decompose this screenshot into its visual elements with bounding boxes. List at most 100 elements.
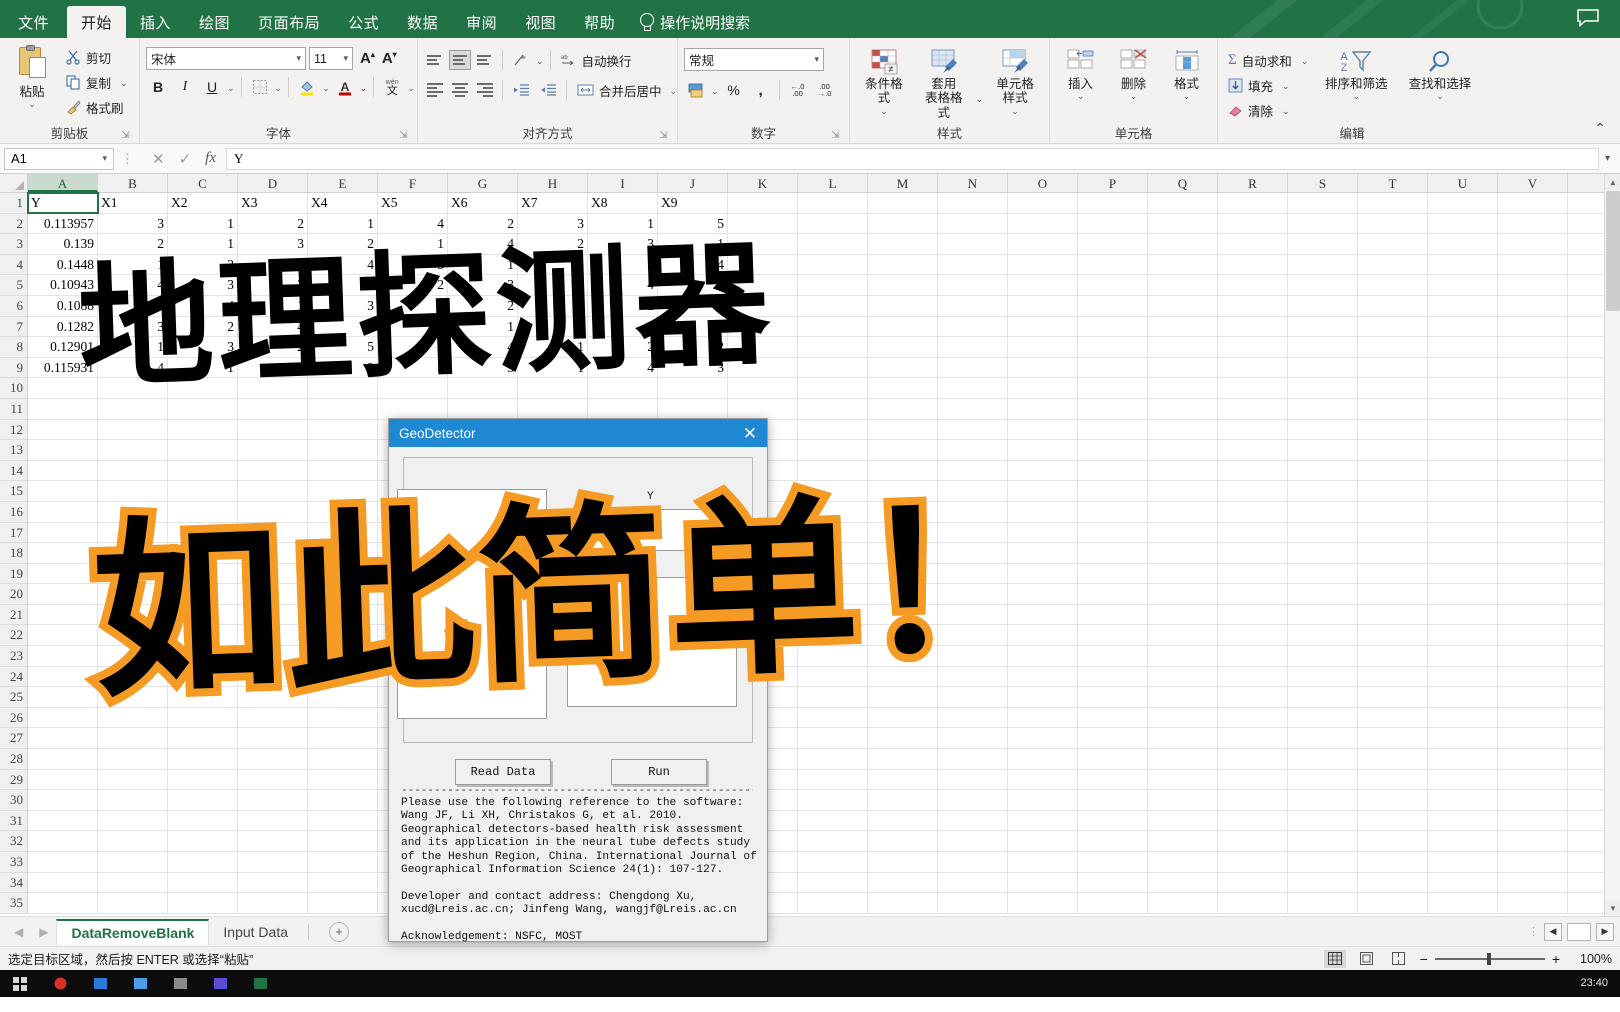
dialog-launcher-icon[interactable]: ⇲	[120, 130, 131, 141]
cell-R6[interactable]	[1218, 295, 1288, 316]
cell-T25[interactable]	[1358, 687, 1428, 707]
cell-U5[interactable]	[1428, 275, 1498, 295]
cell-V21[interactable]	[1498, 604, 1568, 625]
cell-V22[interactable]	[1498, 625, 1568, 646]
cell-E21[interactable]	[308, 604, 378, 625]
chevron-down-icon[interactable]: ⌄	[1282, 106, 1290, 115]
cell-E24[interactable]	[308, 666, 378, 687]
cell-B17[interactable]	[98, 522, 168, 543]
cell-Q35[interactable]	[1148, 893, 1218, 913]
cell-C12[interactable]	[168, 419, 238, 440]
cell-Q11[interactable]	[1148, 398, 1218, 419]
cell-Q13[interactable]	[1148, 440, 1218, 460]
column-header-A[interactable]: A	[28, 174, 98, 192]
cell-R30[interactable]	[1218, 790, 1288, 810]
cell-P27[interactable]	[1078, 728, 1148, 749]
column-header-E[interactable]: E	[308, 174, 378, 192]
cell-M10[interactable]	[868, 378, 938, 398]
cell-O15[interactable]	[1008, 481, 1078, 501]
cell-styles-button[interactable]: 单元格样式 ⌄	[987, 46, 1043, 118]
cell-K1[interactable]	[728, 193, 798, 213]
font-color-button[interactable]: A	[333, 75, 357, 99]
cell-H8[interactable]: 1	[518, 337, 588, 357]
cell-B10[interactable]	[98, 378, 168, 398]
cell-R18[interactable]	[1218, 543, 1288, 563]
row-header-21[interactable]: 21	[0, 605, 27, 626]
cell-G1[interactable]: X6	[448, 193, 518, 213]
wrap-text-button[interactable]: ab 自动换行	[557, 48, 636, 72]
cell-S4[interactable]	[1288, 254, 1358, 275]
y-variable-box[interactable]	[567, 509, 737, 551]
cell-A34[interactable]	[28, 872, 98, 893]
ribbon-tab-page-layout[interactable]: 页面布局	[244, 6, 334, 38]
cell-P32[interactable]	[1078, 831, 1148, 851]
cell-T32[interactable]	[1358, 831, 1428, 851]
cell-J4[interactable]: 4	[658, 254, 728, 275]
cell-R9[interactable]	[1218, 357, 1288, 378]
cell-T6[interactable]	[1358, 295, 1428, 316]
cell-S1[interactable]	[1288, 193, 1358, 213]
cell-B1[interactable]: X1	[98, 193, 168, 213]
cell-J1[interactable]: X9	[658, 193, 728, 213]
format-painter-button[interactable]: 格式刷	[62, 95, 132, 119]
cell-T34[interactable]	[1358, 872, 1428, 893]
cell-C3[interactable]: 1	[168, 234, 238, 254]
cell-Q12[interactable]	[1148, 419, 1218, 440]
cell-F3[interactable]: 1	[378, 234, 448, 254]
cell-E17[interactable]	[308, 522, 378, 543]
cell-K2[interactable]	[728, 213, 798, 234]
cell-S10[interactable]	[1288, 378, 1358, 398]
cell-O29[interactable]	[1008, 769, 1078, 790]
hscroll-left-button[interactable]: ◀	[1544, 922, 1562, 941]
chevron-down-icon[interactable]: ⌄	[407, 83, 415, 92]
row-header-35[interactable]: 35	[0, 893, 27, 914]
cell-V11[interactable]	[1498, 398, 1568, 419]
row-header-31[interactable]: 31	[0, 811, 27, 832]
normal-view-button[interactable]	[1323, 949, 1346, 968]
cell-L15[interactable]	[798, 481, 868, 501]
cell-G7[interactable]: 1	[448, 316, 518, 337]
cell-H2[interactable]: 3	[518, 213, 588, 234]
vertical-scrollbar[interactable]: ▲ ▼	[1604, 174, 1620, 916]
cell-Q14[interactable]	[1148, 460, 1218, 481]
cell-E16[interactable]	[308, 501, 378, 522]
cell-V27[interactable]	[1498, 728, 1568, 749]
cell-G8[interactable]: 4	[448, 337, 518, 357]
decrease-indent-button[interactable]	[509, 78, 533, 102]
cell-T33[interactable]	[1358, 852, 1428, 872]
cell-G10[interactable]	[448, 378, 518, 398]
cell-U29[interactable]	[1428, 769, 1498, 790]
cell-K5[interactable]	[728, 275, 798, 295]
row-header-9[interactable]: 9	[0, 358, 27, 379]
sheet-next-button[interactable]: ▶	[31, 925, 56, 939]
cell-Q21[interactable]	[1148, 604, 1218, 625]
sheet-tab-dataremoveblank[interactable]: DataRemoveBlank	[56, 918, 210, 945]
cell-Q8[interactable]	[1148, 337, 1218, 357]
cell-M19[interactable]	[868, 563, 938, 584]
cell-A15[interactable]	[28, 481, 98, 501]
zoom-in-button[interactable]: +	[1552, 951, 1560, 967]
cell-S5[interactable]	[1288, 275, 1358, 295]
cell-U26[interactable]	[1428, 707, 1498, 728]
cell-I9[interactable]: 4	[588, 357, 658, 378]
cell-B20[interactable]	[98, 584, 168, 604]
cell-V18[interactable]	[1498, 543, 1568, 563]
cell-V26[interactable]	[1498, 707, 1568, 728]
cell-O8[interactable]	[1008, 337, 1078, 357]
cell-O24[interactable]	[1008, 666, 1078, 687]
cell-R15[interactable]	[1218, 481, 1288, 501]
cell-T20[interactable]	[1358, 584, 1428, 604]
select-all-corner[interactable]	[0, 174, 28, 192]
cell-U23[interactable]	[1428, 646, 1498, 666]
cell-R13[interactable]	[1218, 440, 1288, 460]
chevron-down-icon[interactable]: ⌄	[536, 56, 544, 65]
cell-I4[interactable]: 2	[588, 254, 658, 275]
cell-F1[interactable]: X5	[378, 193, 448, 213]
cell-D18[interactable]	[238, 543, 308, 563]
cell-J11[interactable]	[658, 398, 728, 419]
cell-B23[interactable]	[98, 646, 168, 666]
cell-P22[interactable]	[1078, 625, 1148, 646]
cell-T5[interactable]	[1358, 275, 1428, 295]
cell-C19[interactable]	[168, 563, 238, 584]
cell-G9[interactable]: 3	[448, 357, 518, 378]
